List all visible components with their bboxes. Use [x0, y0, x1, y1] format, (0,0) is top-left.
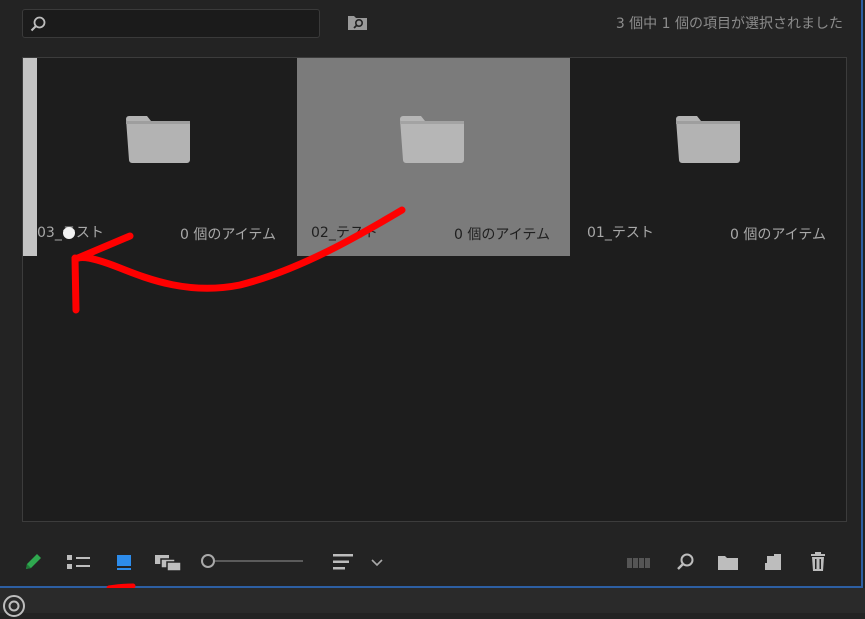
bin-item-count: 0 個のアイテム: [180, 227, 276, 243]
new-bin-icon: [718, 556, 738, 570]
icon-view-button[interactable]: [112, 550, 136, 574]
zoom-slider[interactable]: [215, 560, 303, 562]
search-input[interactable]: [53, 14, 317, 36]
bin-item-03[interactable]: 03_テスト 0 個のアイテム: [23, 58, 296, 256]
creative-cloud-icon[interactable]: [2, 594, 30, 619]
pencil-button[interactable]: [21, 550, 45, 574]
folder-icon: [676, 116, 740, 163]
folder-icon: [400, 116, 464, 163]
sort-icon: [333, 554, 353, 570]
folder-icon: [126, 116, 190, 163]
new-bin-button[interactable]: [715, 550, 741, 574]
clear-button[interactable]: [806, 550, 830, 574]
automate-to-sequence-icon: [627, 558, 650, 568]
bin-item-name: 02_テスト: [311, 225, 378, 241]
trash-icon: [811, 552, 825, 571]
freeform-view-icon: [155, 555, 182, 572]
bin-item-name: 01_テスト: [587, 225, 654, 241]
find-button[interactable]: [345, 11, 371, 33]
list-view-button[interactable]: [65, 550, 93, 574]
drag-cursor: [63, 227, 75, 239]
bin-item-count: 0 個のアイテム: [454, 227, 550, 243]
bottom-toolbar: [0, 540, 863, 584]
list-view-icon: [67, 555, 90, 569]
find-folder-icon: [348, 16, 367, 30]
selection-status: 3 個中 1 個の項目が選択されました: [615, 16, 843, 32]
zoom-slider-knob[interactable]: [201, 554, 215, 568]
new-item-button[interactable]: [761, 550, 785, 574]
new-item-icon: [765, 554, 781, 570]
search-icon: [30, 16, 46, 32]
project-panel: 3 個中 1 個の項目が選択されました 03_テスト 0 個のアイテム 02_テ…: [0, 0, 863, 591]
sort-menu-button[interactable]: [368, 550, 386, 574]
sort-button[interactable]: [330, 550, 356, 574]
bin-item-01[interactable]: 01_テスト 0 個のアイテム: [573, 58, 846, 256]
pencil-icon: [26, 554, 41, 569]
find-button-bottom[interactable]: [673, 550, 697, 574]
bin-item-count: 0 個のアイテム: [730, 227, 826, 243]
bin-item-02[interactable]: 02_テスト 0 個のアイテム: [297, 58, 570, 256]
search-field[interactable]: [22, 9, 320, 38]
automate-to-sequence-button[interactable]: [625, 550, 653, 574]
drop-insert-marker: [23, 58, 37, 256]
chevron-down-icon: [371, 559, 383, 567]
bin-grid[interactable]: 03_テスト 0 個のアイテム 02_テスト 0 個のアイテム 01_テスト 0…: [22, 57, 847, 522]
icon-view-icon: [117, 555, 131, 570]
find-icon: [677, 553, 694, 570]
app-status-bar: [0, 588, 865, 617]
freeform-view-button[interactable]: [153, 550, 183, 574]
